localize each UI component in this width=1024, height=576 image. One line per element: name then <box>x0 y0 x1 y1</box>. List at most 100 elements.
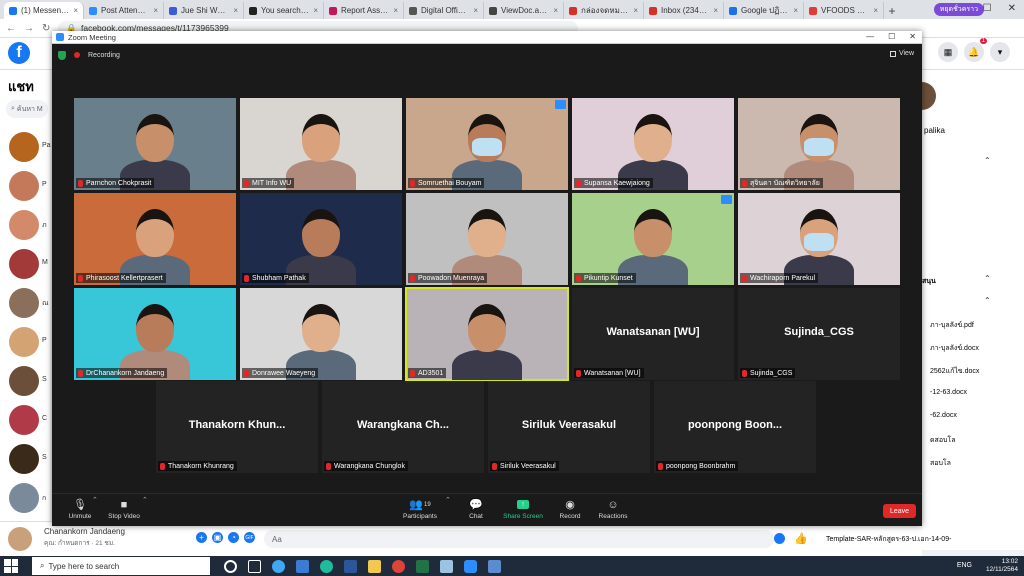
chrome-icon[interactable] <box>392 559 405 573</box>
shared-file-name[interactable]: Template-SAR-หลักสูตร-63-ป.เอก-14-09- <box>826 534 951 545</box>
gif-icon[interactable]: GIF <box>244 532 255 543</box>
image-icon[interactable]: ▣ <box>212 532 223 543</box>
excel-icon[interactable] <box>416 559 429 573</box>
participant-tile[interactable]: Shubham Pathak <box>240 193 402 285</box>
participant-tile[interactable]: Supansa Kaewjaiong <box>572 98 734 190</box>
tile-options-icon[interactable] <box>555 100 566 109</box>
participant-tile[interactable]: poonpong Boon... poonpong Boonbrahm <box>654 381 816 473</box>
windows-start-icon[interactable] <box>4 559 18 573</box>
chat-search-input[interactable]: ⌕ ค้นหา M <box>6 100 48 118</box>
participant-tile[interactable]: AD3501 <box>405 287 569 381</box>
shared-file-link[interactable]: -62.docx <box>930 412 957 419</box>
browser-tab[interactable]: Digital Office M × <box>404 2 484 19</box>
leave-button[interactable]: Leave <box>883 504 916 518</box>
sticker-icon[interactable]: ◔ <box>228 532 239 543</box>
participant-tile[interactable]: Wachiraporn Parekul <box>738 193 900 285</box>
chat-name[interactable]: M <box>42 259 48 266</box>
browser-tab[interactable]: Jue Shi Wu Hun× <box>164 2 244 19</box>
new-tab-icon[interactable]: + <box>884 2 900 19</box>
edge-icon[interactable] <box>272 559 285 573</box>
notepad-icon[interactable] <box>440 559 453 573</box>
menu-grid-icon[interactable]: ▦ <box>938 42 958 62</box>
notifications-icon[interactable]: 🔔 1 <box>964 38 987 62</box>
browser-tab[interactable]: You searched fo× <box>244 2 324 19</box>
browser-tab[interactable]: Google ปฏิทิน - ส× <box>724 2 804 19</box>
tile-options-icon[interactable] <box>721 195 732 204</box>
forward-icon[interactable]: → <box>24 23 34 34</box>
language-indicator[interactable]: ENG <box>957 562 972 569</box>
maximize-icon[interactable]: ☐ <box>888 32 895 41</box>
tab-close-icon[interactable]: × <box>713 6 718 15</box>
shared-file-link[interactable]: ภา-บุลลังข์.pdf <box>930 320 974 331</box>
shared-file-link[interactable]: 2562แก้ไข.docx <box>930 366 979 377</box>
reactions-button[interactable]: ☺ Reactions <box>585 498 641 521</box>
chevron-up-icon[interactable]: ⌃ <box>984 274 991 283</box>
chevron-up-icon[interactable]: ⌃ <box>142 496 148 504</box>
chat-name[interactable]: ก <box>42 493 46 504</box>
chat-avatar[interactable] <box>9 171 39 201</box>
participant-tile[interactable]: Sujinda_CGS Sujinda_CGS <box>738 288 900 380</box>
participant-tile[interactable]: Donrawee Waeyeng <box>240 288 402 380</box>
shield-icon[interactable] <box>58 50 66 60</box>
participant-tile[interactable]: Parnchon Chokprasit <box>74 98 236 190</box>
chat-avatar[interactable] <box>9 444 39 474</box>
close-icon[interactable]: ✕ <box>1008 3 1016 14</box>
cortana-icon[interactable] <box>224 559 237 573</box>
back-icon[interactable]: ← <box>6 23 16 34</box>
chat-name[interactable]: ภ <box>42 220 47 231</box>
word-icon[interactable] <box>344 559 357 573</box>
chat-name[interactable]: P <box>42 337 47 344</box>
mail-icon[interactable] <box>296 559 309 573</box>
shared-file-link[interactable]: ภา-บุลลังข์.docx <box>930 343 979 354</box>
browser-tab[interactable]: (1) Messenger |× <box>4 2 84 19</box>
participant-tile[interactable]: Pikuntip Kunset <box>572 193 734 285</box>
tab-close-icon[interactable]: × <box>313 6 318 15</box>
chevron-up-icon[interactable]: ⌃ <box>984 296 991 305</box>
shared-file-link[interactable]: สอบโล <box>930 458 951 469</box>
participant-tile[interactable]: Thanakorn Khun... Thanakorn Khunrang <box>156 381 318 473</box>
emoji-icon[interactable] <box>774 533 785 544</box>
browser-tab[interactable]: ViewDoc.aspx × <box>484 2 564 19</box>
chat-avatar[interactable] <box>9 288 39 318</box>
tab-close-icon[interactable]: × <box>633 6 638 15</box>
chat-name[interactable]: Pa <box>42 142 51 149</box>
chat-name[interactable]: P <box>42 181 47 188</box>
browser-tab[interactable]: Inbox (234) - ecr × <box>644 2 724 19</box>
participant-tile[interactable]: DrChanankorn Jandaeng <box>74 288 236 380</box>
chat-avatar[interactable] <box>9 249 39 279</box>
minimize-icon[interactable]: — <box>866 32 874 41</box>
tab-close-icon[interactable]: × <box>873 6 878 15</box>
tab-close-icon[interactable]: × <box>793 6 798 15</box>
tab-close-icon[interactable]: × <box>553 6 558 15</box>
chat-avatar[interactable] <box>9 366 39 396</box>
participant-tile[interactable]: Siriluk Veerasakul Siriluk Veerasakul <box>488 381 650 473</box>
close-icon[interactable]: ✕ <box>909 32 916 41</box>
chat-avatar[interactable] <box>9 405 39 435</box>
participant-tile[interactable]: Poowadon Muenraya <box>406 193 568 285</box>
chat-name[interactable]: C <box>42 415 47 422</box>
view-button[interactable]: View <box>889 50 914 57</box>
browser-tab[interactable]: กล่องจดหมาย (24× <box>564 2 644 19</box>
tab-close-icon[interactable]: × <box>73 6 78 15</box>
browser-tab[interactable]: Post Attendee × <box>84 2 164 19</box>
tab-close-icon[interactable]: × <box>153 6 158 15</box>
participant-tile[interactable]: Wanatsanan [WU] Wanatsanan [WU] <box>572 288 734 380</box>
message-input[interactable]: Aa <box>264 530 774 548</box>
facebook-logo[interactable]: f <box>8 42 30 64</box>
snipping-tool-icon[interactable] <box>488 559 501 573</box>
participant-tile[interactable]: Phirasoost Kellertprasert <box>74 193 236 285</box>
browser-profile-button[interactable]: หยุดชั่วคราว <box>933 3 984 16</box>
participant-tile[interactable]: สุจินดา บัณฑิตวิทยาลัย <box>738 98 900 190</box>
browser-tab[interactable]: Report Asset :: A × <box>324 2 404 19</box>
chat-name[interactable]: ณ <box>42 298 49 309</box>
zoom-app-icon[interactable] <box>464 559 477 573</box>
shared-file-link[interactable]: -12-63.docx <box>930 389 967 396</box>
tab-close-icon[interactable]: × <box>393 6 398 15</box>
chat-name[interactable]: S <box>42 376 47 383</box>
system-clock[interactable]: 13:02 12/11/2564 <box>986 558 1018 574</box>
edge-chromium-icon[interactable] <box>320 559 333 573</box>
participant-tile[interactable]: Somruethai Bouyam <box>406 98 568 190</box>
plus-icon[interactable]: + <box>196 532 207 543</box>
shared-file-link[interactable]: ดสอบโล <box>930 435 956 446</box>
browser-tab[interactable]: VFOODS Offici × <box>804 2 884 19</box>
